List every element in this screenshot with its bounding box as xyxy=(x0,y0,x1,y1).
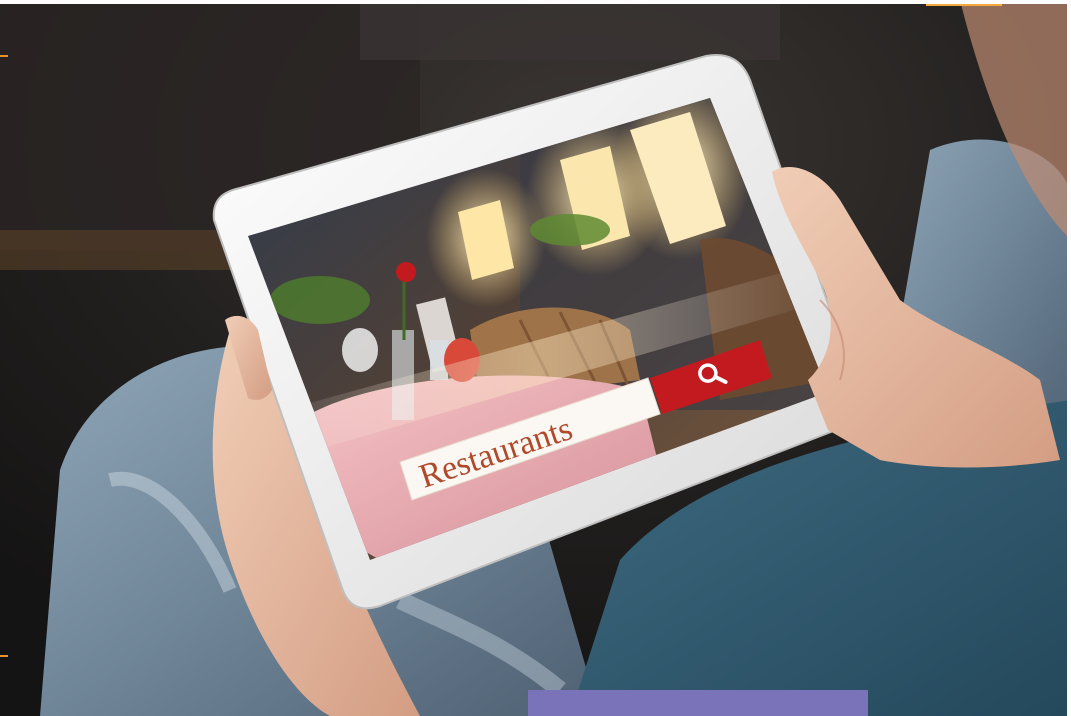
photo-illustration: Restaurants xyxy=(0,0,1071,716)
edge-decoration xyxy=(0,655,8,657)
corner-decoration xyxy=(926,0,1002,6)
photo-scene: Restaurants xyxy=(0,0,1071,716)
edge-decoration xyxy=(0,55,8,57)
bottom-color-bar xyxy=(528,690,868,716)
